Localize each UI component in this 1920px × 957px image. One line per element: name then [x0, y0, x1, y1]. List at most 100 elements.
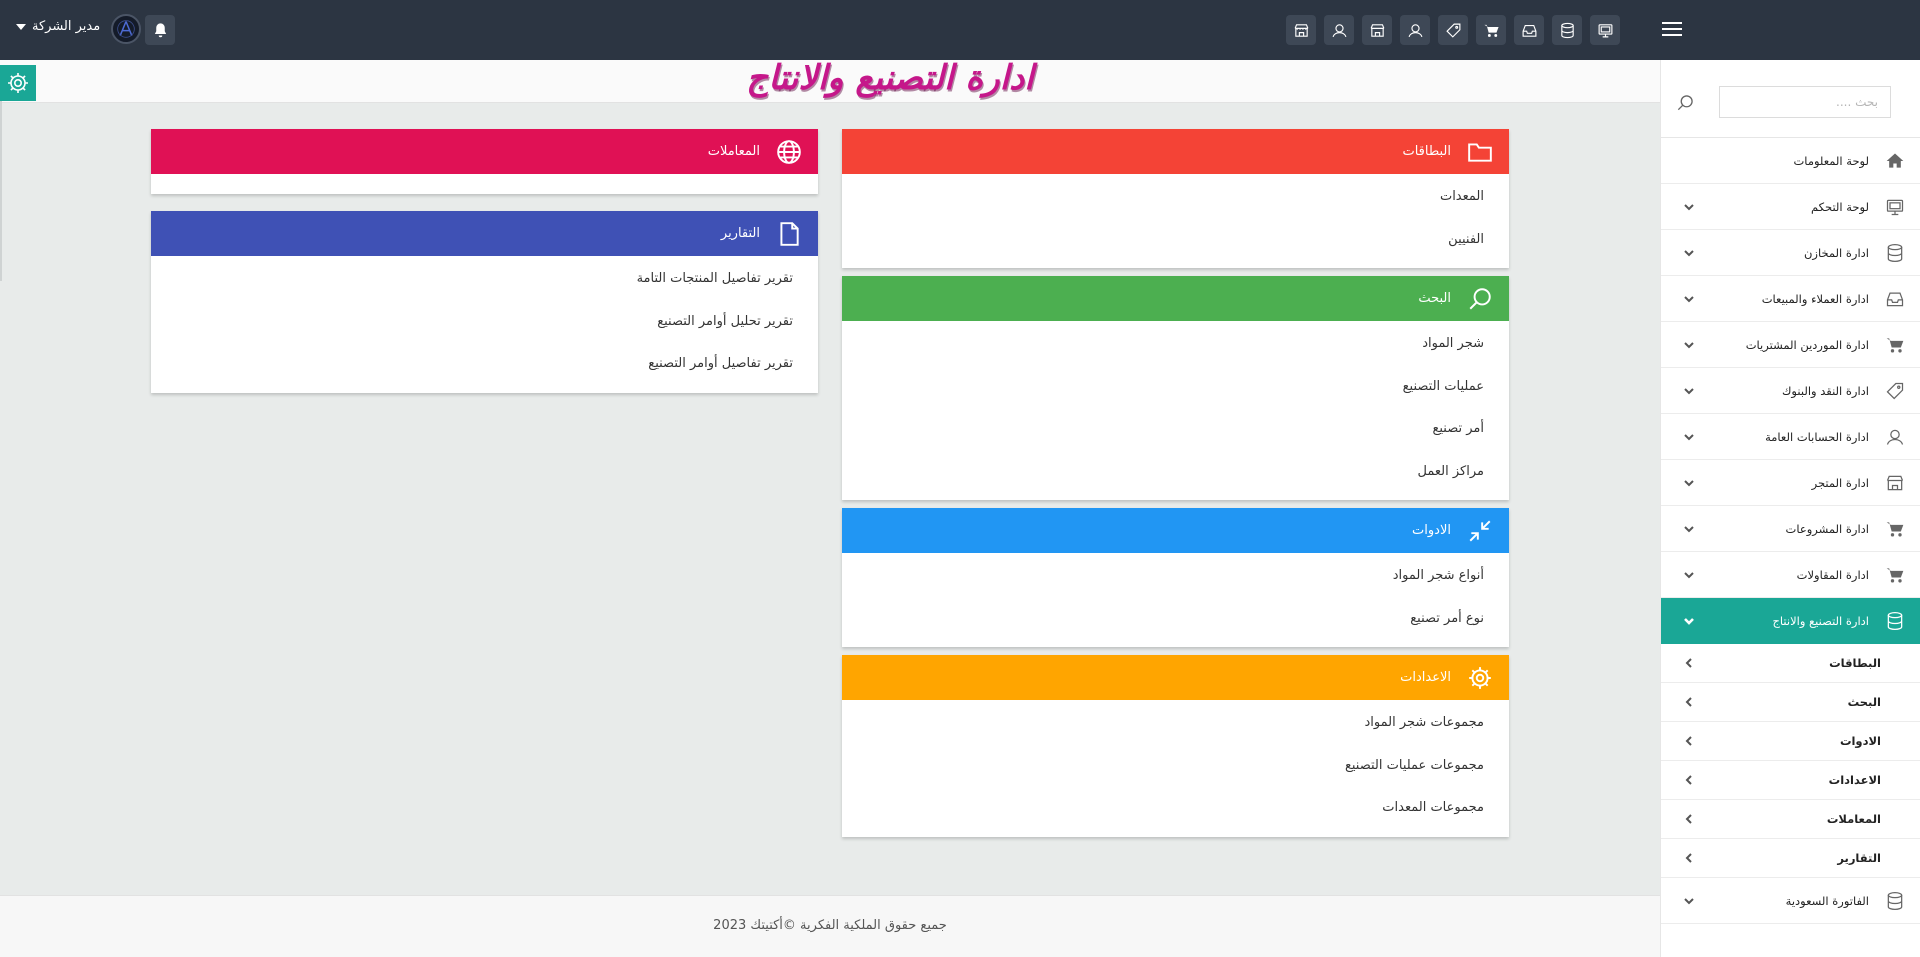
sidebar-subitem-search[interactable]: البحث [1661, 683, 1920, 722]
sidebar-subitem-label: المعاملات [1826, 812, 1881, 826]
card-link[interactable]: مجموعات عمليات التصنيع [842, 746, 1509, 789]
chevron-down-icon[interactable] [1677, 287, 1701, 311]
sidebar-item-saudi-invoice[interactable]: الفاتورة السعودية [1661, 878, 1920, 924]
search-input[interactable] [1719, 86, 1891, 118]
sidebar-item-label: ادارة المخازن [1803, 245, 1869, 260]
home-icon [1883, 149, 1907, 173]
card-link[interactable]: أمر تصنيع [842, 409, 1509, 452]
store-icon[interactable] [1286, 15, 1316, 45]
sidebar-item-label: ادارة العملاء والمبيعات [1761, 291, 1869, 306]
sidebar-item-label: الفاتورة السعودية [1785, 893, 1869, 908]
cart-icon [1883, 517, 1907, 541]
card-title: الاعدادات [1400, 670, 1451, 685]
sidebar-item-label: ادارة المشروعات [1785, 521, 1869, 536]
sidebar-item-general-accounts[interactable]: ادارة الحسابات العامة [1661, 414, 1920, 460]
card-link[interactable]: المعدات [842, 177, 1509, 220]
card-link[interactable]: أنواع شجر المواد [842, 556, 1509, 599]
chevron-down-icon[interactable] [1677, 609, 1701, 633]
sidebar-subitem-transactions[interactable]: المعاملات [1661, 800, 1920, 839]
monitor-icon[interactable] [1590, 15, 1620, 45]
card-link[interactable]: مجموعات المعدات [842, 788, 1509, 831]
cart-icon [1883, 333, 1907, 357]
user-icon[interactable] [1400, 15, 1430, 45]
transactions-section-card: المعاملات [151, 129, 818, 194]
sidebar-subitem-cards[interactable]: البطاقات [1661, 644, 1920, 683]
sidebar-subitem-reports[interactable]: التقارير [1661, 839, 1920, 878]
quick-access-toolbar [1286, 15, 1628, 45]
globe-icon [774, 137, 804, 167]
notifications-bell-icon[interactable] [145, 15, 175, 45]
chevron-down-icon[interactable] [1677, 471, 1701, 495]
card-link[interactable]: نوع أمر تصنيع [842, 599, 1509, 642]
card-header: الاعدادات [842, 655, 1509, 700]
card-link[interactable]: تقرير تفاصيل أوامر التصنيع [151, 344, 818, 387]
user-name: مدير الشركة [32, 19, 101, 34]
card-header: المعاملات [151, 129, 818, 174]
chevron-left-icon [1677, 768, 1701, 792]
chevron-down-icon[interactable] [1677, 333, 1701, 357]
card-link[interactable]: مراكز العمل [842, 452, 1509, 495]
tag-icon [1883, 379, 1907, 403]
menu-toggle-icon[interactable] [1660, 18, 1684, 42]
sidebar: لوحة المعلومات لوحة التحكم ادارة المخازن… [1660, 60, 1920, 957]
chevron-down-icon[interactable] [1677, 563, 1701, 587]
monitor-icon [1883, 195, 1907, 219]
card-title: المعاملات [707, 144, 760, 159]
user-icon[interactable] [1324, 15, 1354, 45]
inbox-icon[interactable] [1514, 15, 1544, 45]
database-icon [1883, 889, 1907, 913]
chevron-down-icon [16, 23, 26, 30]
card-header: الادوات [842, 508, 1509, 553]
chevron-down-icon[interactable] [1677, 379, 1701, 403]
sidebar-item-label: ادارة التصنيع والانتاج [1772, 613, 1869, 628]
database-icon [1883, 609, 1907, 633]
cart-icon[interactable] [1476, 15, 1506, 45]
avatar[interactable] [111, 14, 141, 44]
sidebar-subitem-settings[interactable]: الاعدادات [1661, 761, 1920, 800]
card-link[interactable]: شجر المواد [842, 324, 1509, 367]
card-link[interactable]: مجموعات شجر المواد [842, 703, 1509, 746]
sidebar-item-manufacturing[interactable]: ادارة التصنيع والانتاج [1661, 598, 1920, 644]
tag-icon[interactable] [1438, 15, 1468, 45]
search-icon[interactable] [1673, 93, 1695, 115]
database-icon[interactable] [1552, 15, 1582, 45]
sidebar-item-store[interactable]: ادارة المتجر [1661, 460, 1920, 506]
sidebar-item-label: ادارة الموردين المشتريات [1745, 337, 1869, 352]
sidebar-item-contracting[interactable]: ادارة المقاولات [1661, 552, 1920, 598]
sidebar-subitem-label: البطاقات [1829, 656, 1881, 670]
chevron-left-icon [1677, 846, 1701, 870]
gear-icon [1465, 663, 1495, 693]
chevron-down-icon[interactable] [1677, 425, 1701, 449]
chevron-left-icon [1677, 651, 1701, 675]
chevron-down-icon[interactable] [1677, 889, 1701, 913]
settings-gear-icon[interactable] [0, 65, 36, 101]
sidebar-subitem-tools[interactable]: الادوات [1661, 722, 1920, 761]
sidebar-item-warehouses[interactable]: ادارة المخازن [1661, 230, 1920, 276]
sidebar-subitem-label: التقارير [1837, 851, 1881, 865]
card-title: البطاقات [1402, 144, 1451, 159]
card-link[interactable]: عمليات التصنيع [842, 367, 1509, 410]
store-icon[interactable] [1362, 15, 1392, 45]
folder-icon [1465, 137, 1495, 167]
sidebar-item-projects[interactable]: ادارة المشروعات [1661, 506, 1920, 552]
user-menu[interactable]: مدير الشركة [16, 19, 100, 34]
chevron-down-icon[interactable] [1677, 517, 1701, 541]
chevron-down-icon[interactable] [1677, 241, 1701, 265]
inbox-icon [1883, 287, 1907, 311]
sidebar-item-control-panel[interactable]: لوحة التحكم [1661, 184, 1920, 230]
card-link[interactable]: تقرير تفاصيل المنتجات التامة [151, 259, 818, 302]
sidebar-item-customers-sales[interactable]: ادارة العملاء والمبيعات [1661, 276, 1920, 322]
card-link[interactable]: تقرير تحليل أوامر التصنيع [151, 302, 818, 345]
sidebar-item-suppliers-purchases[interactable]: ادارة الموردين المشتريات [1661, 322, 1920, 368]
card-link[interactable]: الفنيين [842, 220, 1509, 263]
footer: جميع حقوق الملكية الفكرية ©أكتيتك 2023 [0, 895, 1660, 957]
sidebar-item-label: ادارة الحسابات العامة [1765, 429, 1869, 444]
chevron-left-icon [1677, 690, 1701, 714]
search-section-card: البحث شجر المواد عمليات التصنيع أمر تصني… [842, 276, 1509, 500]
card-title: الادوات [1412, 523, 1451, 538]
chevron-down-icon[interactable] [1677, 195, 1701, 219]
card-header: التقارير [151, 211, 818, 256]
sidebar-item-dashboard[interactable]: لوحة المعلومات [1661, 138, 1920, 184]
chevron-left-icon [1677, 807, 1701, 831]
sidebar-item-cash-banks[interactable]: ادارة النقد والبنوك [1661, 368, 1920, 414]
